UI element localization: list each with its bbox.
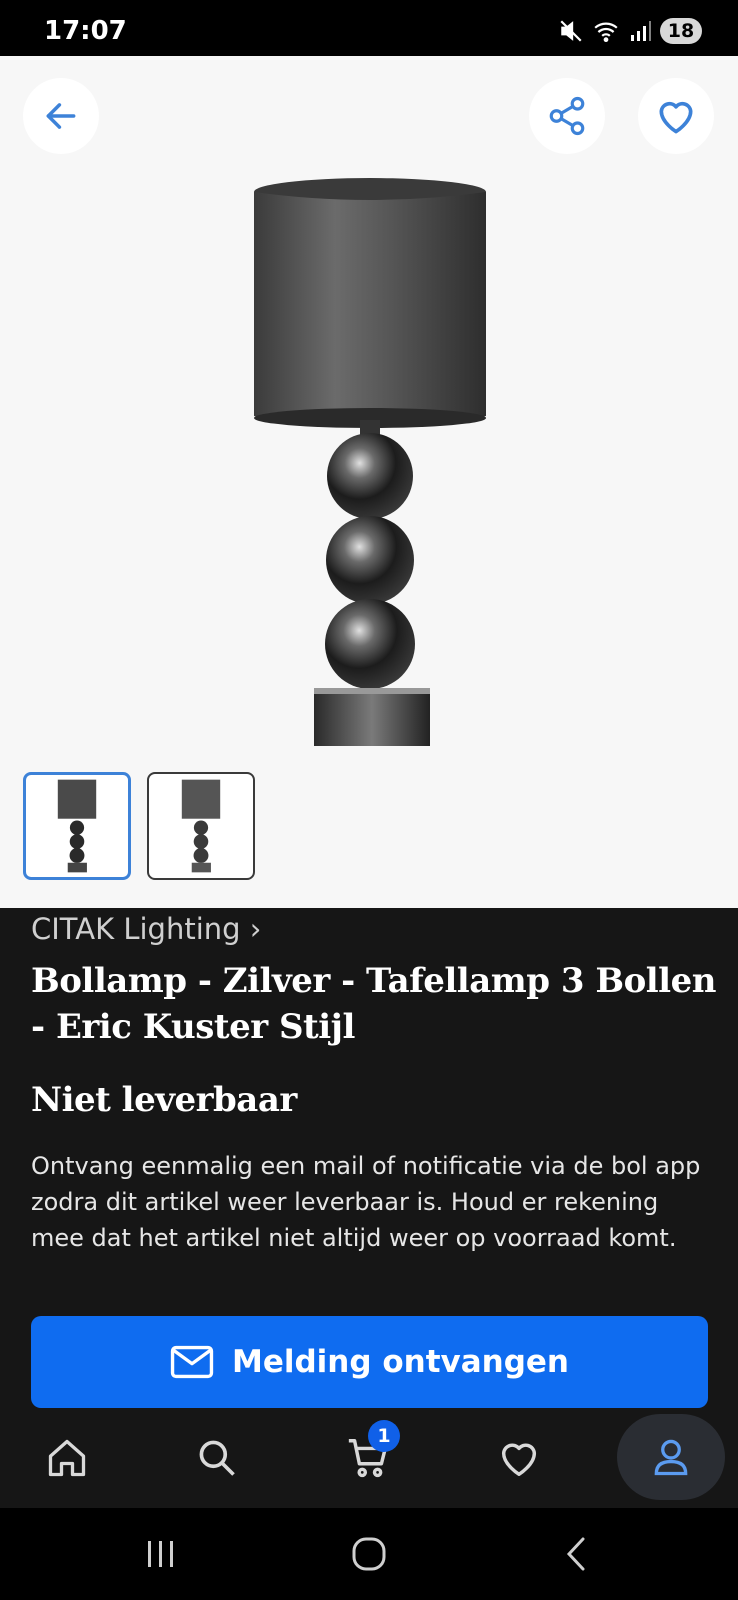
nav-account[interactable] (617, 1414, 725, 1500)
favorite-button[interactable] (638, 78, 714, 154)
search-icon (199, 1440, 235, 1476)
thumbnail-image (181, 779, 221, 873)
share-icon (549, 96, 585, 136)
system-navigation (0, 1508, 738, 1600)
brand-link[interactable]: CITAK Lighting › (31, 912, 261, 946)
thumbnail-2[interactable] (147, 772, 255, 880)
chevron-left-icon (566, 1537, 585, 1571)
notify-description: Ontvang eenmalig een mail of notificatie… (31, 1152, 701, 1252)
brand-name: CITAK Lighting (31, 912, 241, 946)
mute-icon (560, 20, 582, 42)
recents-icon (148, 1541, 173, 1567)
product-image[interactable] (240, 176, 500, 756)
account-icon (654, 1439, 688, 1476)
arrow-left-icon (46, 103, 76, 129)
thumbnail-1[interactable] (23, 772, 131, 880)
wifi-icon (594, 22, 618, 43)
mail-icon (170, 1345, 214, 1379)
availability-status: Niet leverbaar (31, 1080, 297, 1120)
home-circle-icon (352, 1537, 386, 1571)
bottom-navigation: 1 (0, 1408, 738, 1508)
recents-button[interactable] (131, 1534, 191, 1574)
heart-icon (501, 1443, 537, 1477)
home-icon (48, 1439, 86, 1477)
nav-search[interactable] (167, 1416, 267, 1500)
heart-outline-icon (659, 101, 693, 134)
notify-button-label: Melding ontvangen (231, 1344, 570, 1380)
status-icons: 18 (558, 18, 702, 44)
chevron-right-icon: › (249, 912, 262, 946)
product-gallery[interactable] (0, 56, 738, 908)
cart-badge: 1 (368, 1420, 400, 1452)
nav-cart[interactable] (318, 1416, 418, 1500)
status-bar: 17:07 18 (0, 0, 738, 56)
battery-indicator: 18 (660, 18, 702, 44)
product-title: Bollamp - Zilver - Tafellamp 3 Bollen - … (31, 961, 716, 1047)
nav-favorites[interactable] (469, 1416, 569, 1500)
share-button[interactable] (529, 78, 605, 154)
home-system-button[interactable] (339, 1534, 399, 1574)
nav-home[interactable] (17, 1416, 117, 1500)
status-time: 17:07 (44, 16, 127, 46)
signal-icon (631, 21, 651, 41)
thumbnail-image (57, 779, 97, 873)
back-button[interactable] (23, 78, 99, 154)
notify-button[interactable]: Melding ontvangen (31, 1316, 708, 1408)
back-system-button[interactable] (546, 1534, 606, 1574)
